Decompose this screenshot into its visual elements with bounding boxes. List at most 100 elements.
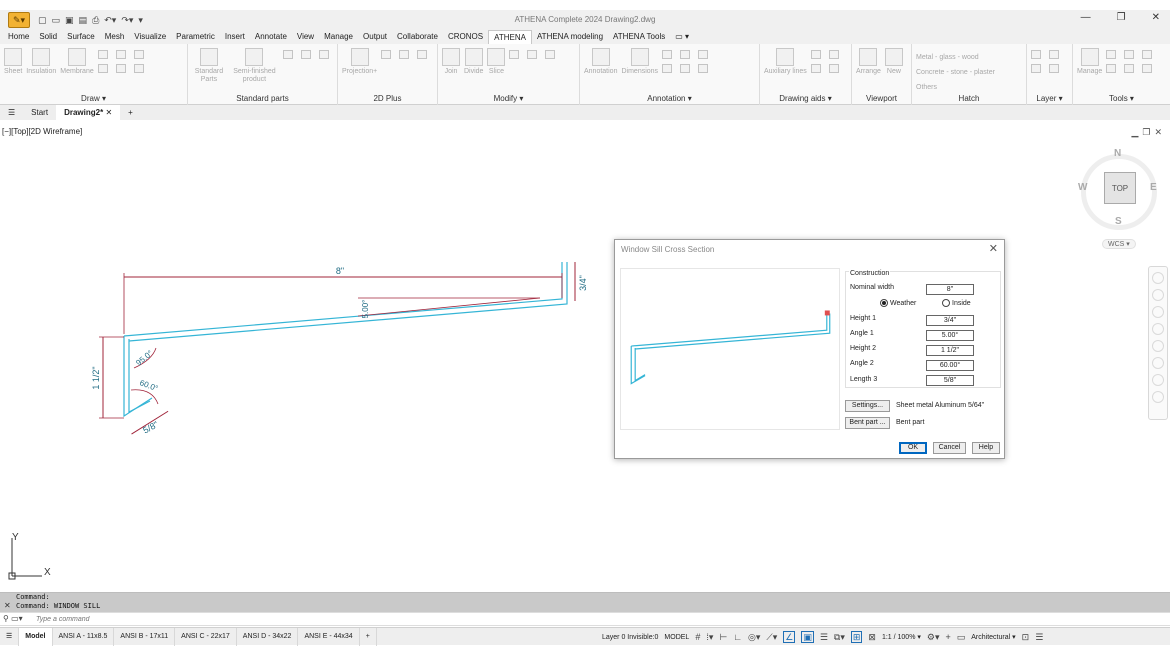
radio-weather-dot[interactable]	[880, 299, 888, 307]
wcs-dropdown[interactable]: WCS ▾	[1102, 239, 1136, 249]
copy-icon[interactable]	[527, 50, 538, 59]
polar-tracking-icon[interactable]: ◎▾	[748, 632, 760, 643]
zoom-icon[interactable]	[1152, 306, 1164, 318]
tool-icon[interactable]	[1142, 50, 1153, 59]
ribbon-tab-collaborate[interactable]: Collaborate	[392, 30, 443, 44]
tool-icon[interactable]	[1106, 50, 1117, 59]
tool-icon[interactable]	[1106, 64, 1117, 73]
part-icon[interactable]	[319, 50, 329, 59]
open-folder-icon[interactable]: ▭	[52, 15, 61, 26]
rectangle-icon[interactable]	[133, 50, 144, 59]
height2-field[interactable]: 1 1/2"	[926, 345, 974, 356]
model-space-toggle[interactable]: MODEL	[664, 634, 689, 641]
command-input[interactable]	[36, 614, 596, 625]
line-icon[interactable]	[97, 50, 108, 59]
hatch-tool-icon[interactable]	[133, 64, 144, 73]
lineweight-icon[interactable]: ☰	[820, 632, 828, 643]
object-snap-tracking-icon[interactable]: ∠	[783, 631, 796, 643]
panel-draw-label[interactable]: Draw ▾	[0, 94, 187, 103]
hatch-concrete-stone-plaster[interactable]: Concrete - stone - plaster	[916, 65, 995, 80]
standard-parts-button[interactable]: Standard Parts	[192, 48, 226, 88]
save-icon[interactable]: ▣	[65, 15, 74, 26]
undo-icon[interactable]: ↶▾	[104, 15, 116, 26]
tool-icon[interactable]	[1142, 64, 1153, 73]
units-icon[interactable]: ▭	[957, 632, 966, 643]
aid-icon[interactable]	[828, 50, 839, 59]
command-customize-icon[interactable]: ⚲ ▭▾	[3, 614, 23, 623]
customize-icon[interactable]: ☰	[1035, 632, 1043, 643]
compass-east[interactable]: E	[1150, 182, 1157, 193]
showmotion-icon[interactable]	[1152, 340, 1164, 352]
settings-button[interactable]: Settings...	[845, 400, 890, 412]
hatch-others[interactable]: Others	[916, 80, 995, 95]
compass-north[interactable]: N	[1114, 148, 1121, 159]
add-icon[interactable]: +	[945, 632, 950, 642]
join-button[interactable]: Join	[442, 48, 460, 88]
aid-icon[interactable]	[810, 64, 821, 73]
viewcube[interactable]: TOP N S E W WCS ▾	[1070, 142, 1168, 254]
text-icon[interactable]	[662, 50, 673, 59]
ribbon-tab-visualize[interactable]: Visualize	[129, 30, 171, 44]
panel-drawing-aids-label[interactable]: Drawing aids ▾	[760, 94, 851, 103]
ribbon-tab-cronos[interactable]: CRONOS	[443, 30, 488, 44]
selection-cycling-icon[interactable]: ⧉▾	[834, 632, 845, 643]
nav-tool-icon[interactable]	[1152, 374, 1164, 386]
ribbon-tab-manage[interactable]: Manage	[319, 30, 358, 44]
radio-inside-dot[interactable]	[942, 299, 950, 307]
layout-tab-ansi-b[interactable]: ANSI B - 17x11	[114, 627, 176, 646]
panel-tools-label[interactable]: Tools ▾	[1073, 94, 1170, 103]
ribbon-more-icon[interactable]: ▭ ▾	[670, 30, 694, 44]
length3-field[interactable]: 5/8"	[926, 375, 974, 386]
nav-tool-icon[interactable]	[1152, 391, 1164, 403]
new-viewport-button[interactable]: New	[884, 48, 903, 88]
part-icon[interactable]	[301, 50, 311, 59]
compass-west[interactable]: W	[1078, 182, 1087, 193]
polyline-icon[interactable]	[115, 50, 126, 59]
command-close-icon[interactable]: ✕	[4, 601, 11, 610]
annotation-scale-dropdown[interactable]: 1:1 / 100% ▾	[882, 633, 921, 641]
redo-icon[interactable]: ↷▾	[121, 15, 133, 26]
ribbon-tab-athena-modeling[interactable]: ATHENA modeling	[532, 30, 608, 44]
ribbon-tab-surface[interactable]: Surface	[62, 30, 100, 44]
aid-icon[interactable]	[828, 64, 839, 73]
steering-wheel-icon[interactable]	[1152, 272, 1164, 284]
slice-button[interactable]: Slice	[487, 48, 506, 88]
save-as-icon[interactable]: ▤	[79, 15, 88, 26]
snap-icon[interactable]: ⁞▾	[706, 632, 713, 643]
ok-button[interactable]: OK	[899, 442, 927, 454]
ribbon-tab-mesh[interactable]: Mesh	[100, 30, 130, 44]
add-layout-button[interactable]: +	[360, 627, 377, 646]
layout-tab-ansi-a[interactable]: ANSI A - 11x8.5	[53, 627, 115, 646]
circle-icon[interactable]	[97, 64, 108, 73]
ribbon-tab-athena[interactable]: ATHENA	[488, 30, 532, 44]
layer-icon[interactable]	[1031, 64, 1041, 73]
ribbon-tab-output[interactable]: Output	[358, 30, 392, 44]
tab-start[interactable]: Start	[23, 105, 56, 120]
ribbon-tab-athena-tools[interactable]: ATHENA Tools	[608, 30, 670, 44]
nominal-width-field[interactable]: 8"	[926, 284, 974, 295]
panel-modify-label[interactable]: Modify ▾	[438, 94, 579, 103]
settings-gear-icon[interactable]: ⚙▾	[927, 632, 940, 643]
object-snap-icon[interactable]: ▣	[801, 631, 814, 643]
leader-icon[interactable]	[680, 50, 691, 59]
panel-layer-label[interactable]: Layer ▾	[1027, 94, 1072, 103]
layout-tab-ansi-e[interactable]: ANSI E - 44x34	[298, 627, 360, 646]
print-icon[interactable]: ⎙	[92, 15, 99, 26]
tool-icon[interactable]	[1124, 50, 1135, 59]
pan-icon[interactable]	[1152, 289, 1164, 301]
app-menu-button[interactable]: ✎▾	[8, 12, 30, 28]
part-icon[interactable]	[283, 50, 293, 59]
quick-properties-icon[interactable]: ⊡	[1022, 632, 1030, 643]
dialog-close-icon[interactable]: ✕	[989, 242, 998, 255]
membrane-button[interactable]: Membrane	[60, 48, 94, 88]
height1-field[interactable]: 3/4"	[926, 315, 974, 326]
layer-icon[interactable]	[1049, 64, 1059, 73]
nav-tool-icon[interactable]	[1152, 357, 1164, 369]
annotation-scale-icon[interactable]: ⊠	[868, 632, 876, 643]
ribbon-tab-view[interactable]: View	[292, 30, 319, 44]
new-file-icon[interactable]: ▢	[38, 15, 47, 26]
table-icon[interactable]	[662, 64, 673, 73]
layout-tab-model[interactable]: Model	[19, 627, 53, 646]
tool-icon[interactable]	[381, 50, 392, 59]
viewcube-top-face[interactable]: TOP	[1104, 172, 1136, 204]
